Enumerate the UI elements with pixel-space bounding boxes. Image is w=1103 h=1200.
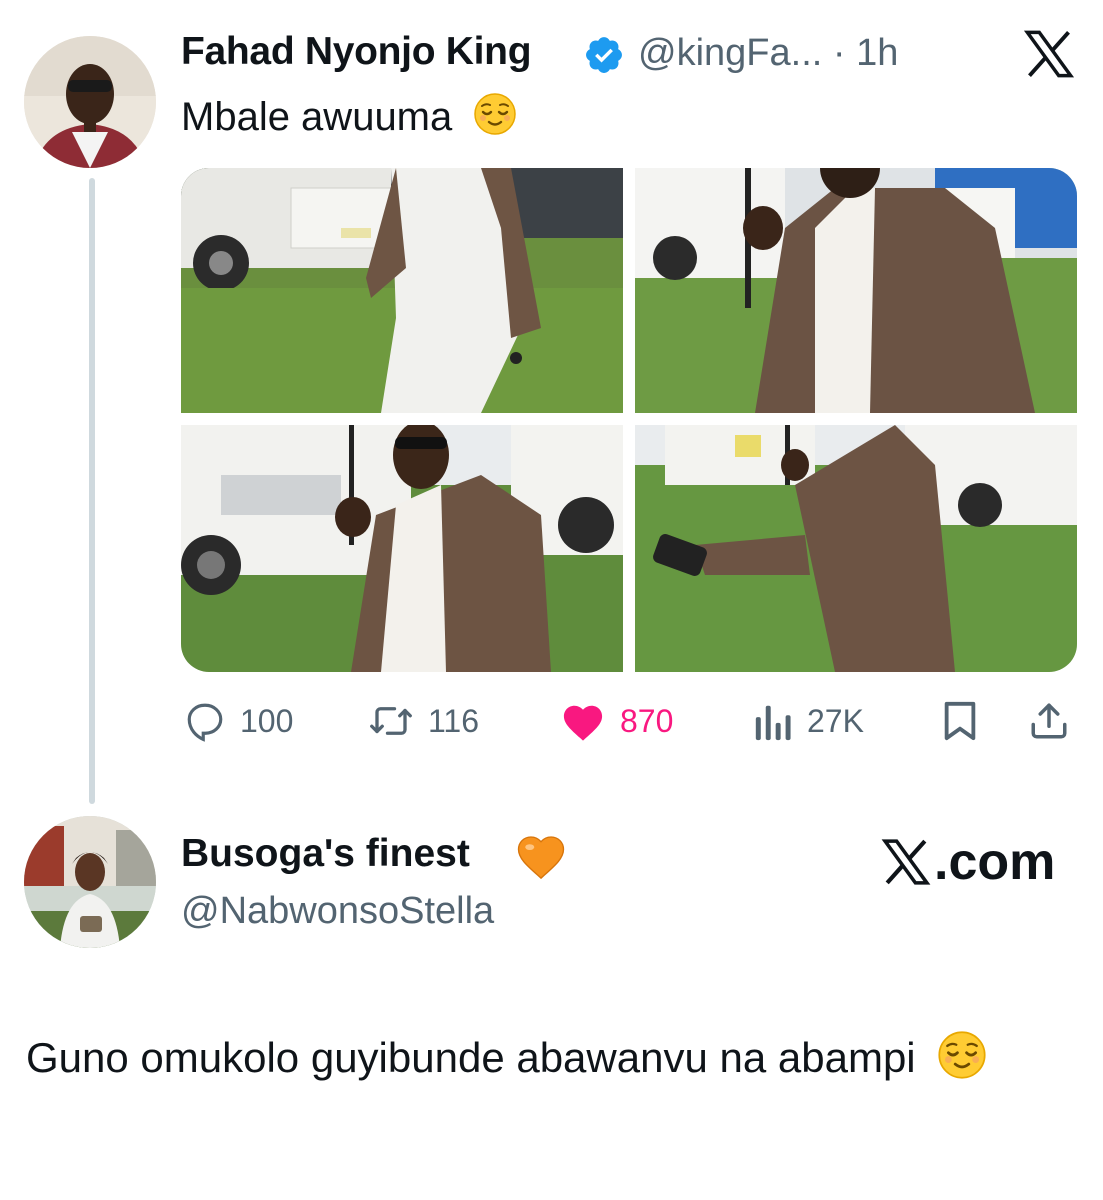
reply-button[interactable]: 100 xyxy=(184,700,293,742)
views-button[interactable]: 27K xyxy=(753,700,864,742)
reply-count: 100 xyxy=(240,702,294,739)
bookmark-icon xyxy=(944,701,976,741)
tweet-text-content: Mbale awuuma xyxy=(181,95,453,139)
bookmark-button[interactable] xyxy=(942,700,978,742)
author-handle-time[interactable]: @kingFa... · 1h xyxy=(638,32,898,75)
quote-author-handle[interactable]: @NabwonsoStella xyxy=(181,890,494,933)
share-button[interactable] xyxy=(1028,700,1070,742)
quote-author-avatar[interactable] xyxy=(24,816,156,948)
tweet-photo-3[interactable] xyxy=(181,425,623,672)
tweet-photo-4[interactable] xyxy=(635,425,1077,672)
x-logo-icon xyxy=(1023,30,1075,78)
retweet-button[interactable]: 116 xyxy=(368,700,479,742)
like-button[interactable]: 870 xyxy=(560,700,673,742)
x-logo-icon xyxy=(881,839,931,885)
reply-icon xyxy=(187,703,223,742)
quote-text: Guno omukolo guyibunde abawanvu na abamp… xyxy=(26,1030,1076,1086)
retweet-icon xyxy=(370,707,412,735)
verified-badge-icon xyxy=(586,37,622,73)
orange-heart-emoji xyxy=(517,836,565,880)
author-avatar[interactable] xyxy=(24,36,156,168)
retweet-count: 116 xyxy=(428,702,480,739)
thread-connector-line xyxy=(89,178,95,804)
views-count: 27K xyxy=(807,702,864,739)
relieved-face-emoji xyxy=(938,1031,986,1079)
tweet-photo-1[interactable] xyxy=(181,168,623,413)
tweet-photo-2[interactable] xyxy=(635,168,1077,413)
heart-icon xyxy=(563,705,603,741)
quote-author-name[interactable]: Busoga's finest xyxy=(181,832,470,876)
views-icon xyxy=(755,705,791,741)
author-name[interactable]: Fahad Nyonjo King xyxy=(181,30,532,74)
media-grid xyxy=(181,168,1077,672)
share-icon xyxy=(1031,703,1067,739)
quote-text-content: Guno omukolo guyibunde abawanvu na abamp… xyxy=(26,1034,916,1081)
relieved-face-emoji xyxy=(474,93,517,135)
like-count: 870 xyxy=(620,702,674,739)
tweet-text: Mbale awuuma xyxy=(181,92,517,140)
x-com-domain: .com xyxy=(934,833,1056,891)
x-com-watermark: .com xyxy=(880,832,1055,892)
